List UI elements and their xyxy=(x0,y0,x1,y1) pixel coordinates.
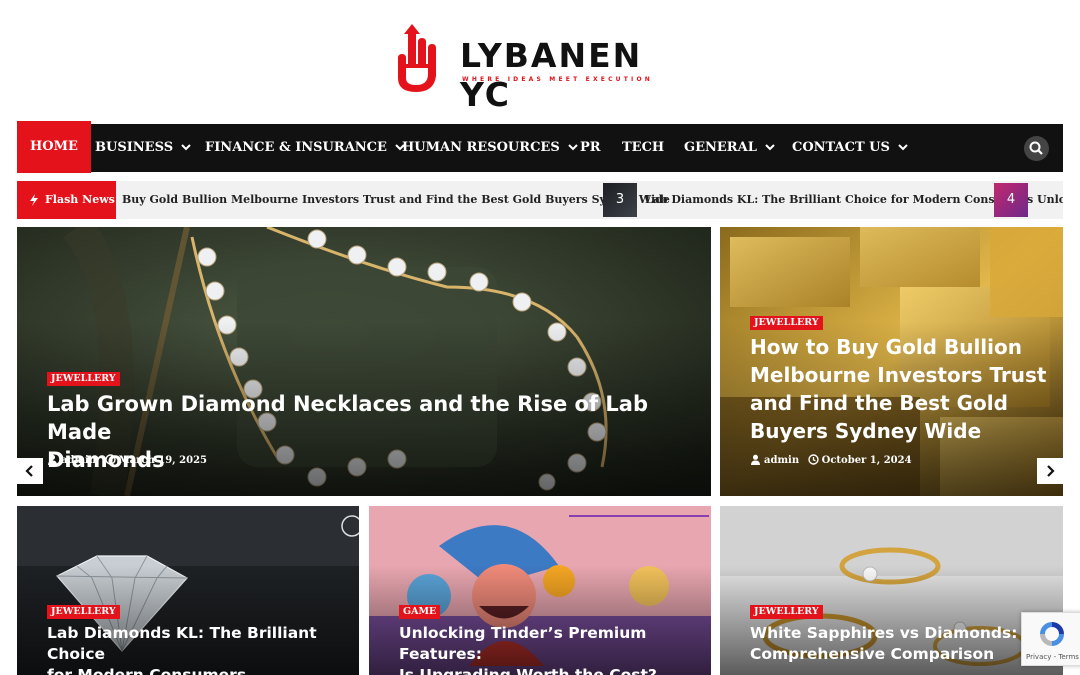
nav-item-business[interactable]: BUSINESS xyxy=(95,124,191,172)
nav-item-label: BUSINESS xyxy=(95,140,174,155)
post-title-line: Melbourne Investors Trust xyxy=(750,363,1047,387)
category-badge[interactable]: JEWELLERY xyxy=(750,605,823,619)
brand-tagline: WHERE IDEAS MEET EXECUTION xyxy=(462,76,654,83)
slider-prev-button[interactable] xyxy=(17,458,43,484)
post-date: October 1, 2024 xyxy=(821,455,912,466)
post-title[interactable]: Lab Diamonds KL: The Brilliant Choice fo… xyxy=(47,623,359,675)
category-badge[interactable]: JEWELLERY xyxy=(750,316,823,330)
nav-item-human-resources[interactable]: HUMAN RESOURCES xyxy=(402,124,578,172)
chevron-down-icon xyxy=(765,144,775,151)
post-title-line: Comprehensive Comparison xyxy=(750,645,995,663)
post-meta: admin October 1, 2024 xyxy=(750,454,912,466)
flash-news-number: 3 xyxy=(615,192,625,207)
post-card[interactable]: GAME Unlocking Tinder’s Premium Features… xyxy=(369,506,711,675)
nav-item-pr[interactable]: PR xyxy=(580,124,601,172)
flash-news-item[interactable]: Buy Gold Bullion Melbourne Investors Tru… xyxy=(122,181,670,219)
post-date: March 19, 2025 xyxy=(118,455,207,466)
brand-name: LYBANEN YC xyxy=(460,36,643,114)
post-title[interactable]: How to Buy Gold Bullion Melbourne Invest… xyxy=(750,333,1046,445)
flash-news-item[interactable]: Unlo xyxy=(1037,181,1063,219)
post-author[interactable]: admin xyxy=(61,455,96,466)
post-title-line: White Sapphires vs Diamonds: A xyxy=(750,624,1035,642)
nav-item-finance-insurance[interactable]: FINANCE & INSURANCE xyxy=(205,124,405,172)
flash-news-thumbnail[interactable]: 3 xyxy=(603,183,637,217)
site-logo[interactable]: LYBANEN YC WHERE IDEAS MEET EXECUTION xyxy=(390,24,700,114)
post-title-line: and Find the Best Gold xyxy=(750,391,1008,415)
bolt-icon xyxy=(30,194,38,206)
post-title-line: Unlocking Tinder’s Premium Features: xyxy=(399,624,647,663)
chevron-down-icon xyxy=(898,144,908,151)
post-meta: admin March 19, 2025 xyxy=(47,454,207,466)
post-title-line: for Modern Consumers xyxy=(47,666,247,675)
post-title-line: How to Buy Gold Bullion xyxy=(750,335,1022,359)
nav-item-label: TECH xyxy=(622,140,665,155)
nav-item-label: HUMAN RESOURCES xyxy=(402,140,560,155)
featured-side-post[interactable]: JEWELLERY How to Buy Gold Bullion Melbou… xyxy=(720,227,1063,496)
post-card[interactable]: JEWELLERY White Sapphires vs Diamonds: A… xyxy=(720,506,1063,675)
category-badge[interactable]: JEWELLERY xyxy=(47,372,120,386)
chevron-left-icon xyxy=(25,465,33,477)
post-author[interactable]: admin xyxy=(764,455,799,466)
post-title-line: Buyers Sydney Wide xyxy=(750,419,982,443)
nav-item-tech[interactable]: TECH xyxy=(622,124,664,172)
nav-item-label: PR xyxy=(580,140,601,155)
flash-news-item[interactable]: Lab Diamonds KL: The Brilliant Choice fo… xyxy=(645,181,1033,219)
hand-logo-icon xyxy=(398,24,436,92)
clock-icon xyxy=(807,454,819,465)
post-title[interactable]: Unlocking Tinder’s Premium Features: Is … xyxy=(399,623,711,675)
user-icon xyxy=(751,454,760,465)
post-title-line: Lab Diamonds KL: The Brilliant Choice xyxy=(47,624,317,663)
category-badge[interactable]: GAME xyxy=(399,605,441,619)
post-card[interactable]: JEWELLERY Lab Diamonds KL: The Brilliant… xyxy=(17,506,359,675)
post-title[interactable]: White Sapphires vs Diamonds: A Comprehen… xyxy=(750,623,1035,665)
flash-news-thumbnail[interactable]: 4 xyxy=(994,183,1028,217)
search-button[interactable] xyxy=(1024,136,1049,161)
featured-main-post[interactable]: JEWELLERY Lab Grown Diamond Necklaces an… xyxy=(17,227,711,496)
nav-item-label: HOME xyxy=(30,139,78,154)
recaptcha-icon xyxy=(1040,622,1064,646)
flash-news-ticker: Flash News Buy Gold Bullion Melbourne In… xyxy=(17,181,1063,219)
search-icon xyxy=(1029,141,1043,155)
chevron-down-icon xyxy=(181,144,191,151)
slider-next-button[interactable] xyxy=(1037,458,1063,484)
main-nav: HOME BUSINESS FINANCE & INSURANCE HUMAN … xyxy=(17,121,1063,173)
flash-news-item-text: Buy Gold Bullion Melbourne Investors Tru… xyxy=(122,193,670,206)
nav-item-label: FINANCE & INSURANCE xyxy=(205,140,387,155)
nav-item-label: GENERAL xyxy=(684,140,757,155)
recaptcha-links[interactable]: Privacy - Terms xyxy=(1026,653,1079,661)
post-title-line: Lab Grown Diamond Necklaces and the Rise… xyxy=(47,392,648,444)
nav-item-contact-us[interactable]: CONTACT US xyxy=(792,124,908,172)
flash-news-number: 4 xyxy=(1006,192,1016,207)
flash-news-item-text: Unlo xyxy=(1037,193,1063,206)
recaptcha-badge[interactable]: Privacy - Terms xyxy=(1021,612,1080,666)
nav-item-general[interactable]: GENERAL xyxy=(684,124,775,172)
flash-news-label-box: Flash News xyxy=(17,181,116,219)
clock-icon xyxy=(104,454,116,465)
post-title-line: Is Upgrading Worth the Cost? xyxy=(399,666,657,675)
flash-news-item-text: Lab Diamonds KL: The Brilliant Choice fo… xyxy=(645,193,1034,206)
chevron-right-icon xyxy=(1047,465,1055,477)
user-icon xyxy=(48,454,57,465)
nav-item-label: CONTACT US xyxy=(792,140,890,155)
flash-news-label: Flash News xyxy=(45,193,115,206)
nav-item-home[interactable]: HOME xyxy=(17,121,91,173)
category-badge[interactable]: JEWELLERY xyxy=(47,605,120,619)
chevron-down-icon xyxy=(568,144,578,151)
